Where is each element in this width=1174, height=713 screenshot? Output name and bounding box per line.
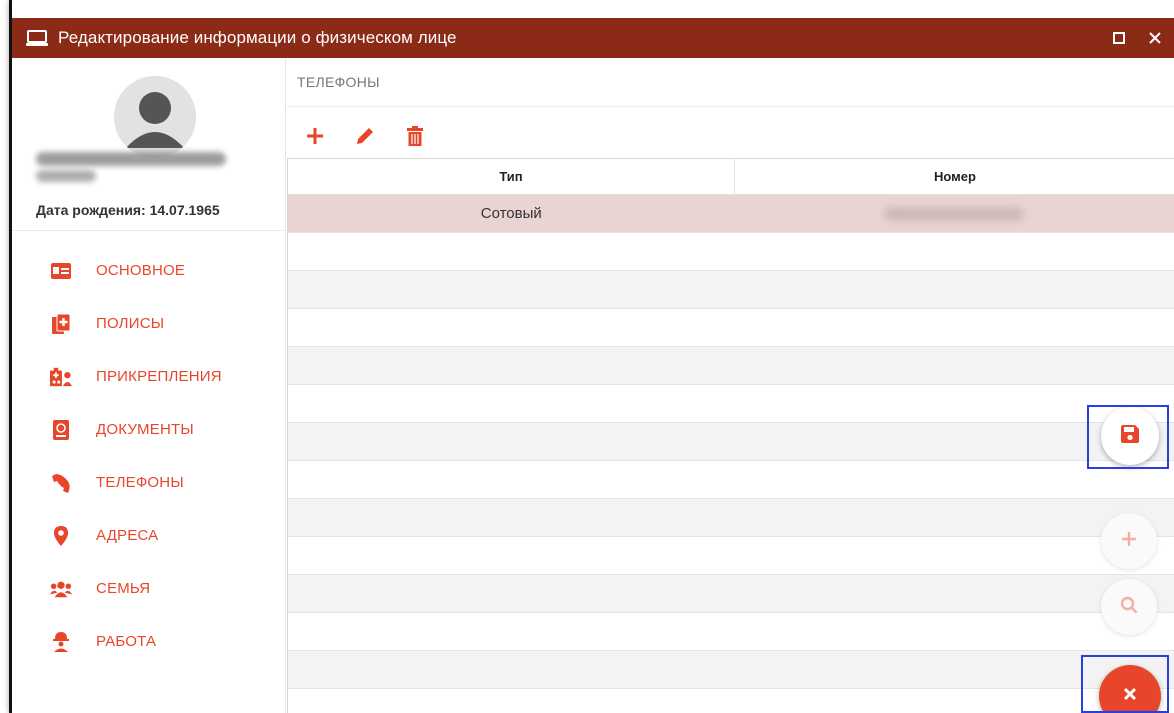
table-row[interactable] bbox=[288, 385, 1174, 423]
passport-icon bbox=[50, 419, 72, 441]
sidebar-item-label: ПОЛИСЫ bbox=[96, 315, 165, 332]
trash-icon[interactable] bbox=[403, 124, 427, 148]
sidebar-item-documents[interactable]: ДОКУМЕНТЫ bbox=[12, 403, 286, 456]
maximize-icon[interactable] bbox=[1108, 27, 1130, 49]
sidebar-item-label: ТЕЛЕФОНЫ bbox=[96, 474, 184, 491]
birth-date: Дата рождения: 14.07.1965 bbox=[36, 202, 220, 218]
users-icon bbox=[50, 578, 72, 600]
sidebar-item-attachments[interactable]: ПРИКРЕПЛЕНИЯ bbox=[12, 350, 286, 403]
section-title: ТЕЛЕФОНЫ bbox=[297, 74, 380, 90]
cell-number bbox=[735, 195, 1174, 232]
table-row[interactable] bbox=[288, 613, 1174, 651]
sidebar-item-label: ОСНОВНОЕ bbox=[96, 262, 186, 279]
worker-icon bbox=[50, 631, 72, 653]
table-row[interactable] bbox=[288, 347, 1174, 385]
table-header: Тип Номер bbox=[288, 159, 1174, 195]
close-icon[interactable] bbox=[1144, 27, 1166, 49]
medical-file-icon bbox=[50, 313, 72, 335]
sidebar-item-label: СЕМЬЯ bbox=[96, 580, 151, 597]
table-row[interactable] bbox=[288, 537, 1174, 575]
id-card-icon bbox=[50, 260, 72, 282]
sidebar-item-addresses[interactable]: АДРЕСА bbox=[12, 509, 286, 562]
search-icon bbox=[1120, 596, 1138, 619]
plus-icon[interactable] bbox=[303, 124, 327, 148]
sidebar-item-policies[interactable]: ПОЛИСЫ bbox=[12, 297, 286, 350]
table-row[interactable] bbox=[288, 689, 1174, 713]
window-title: Редактирование информации о физическом л… bbox=[58, 28, 457, 47]
sidebar-item-label: РАБОТА bbox=[96, 633, 157, 650]
person-name-redacted bbox=[36, 152, 226, 188]
title-bar: Редактирование информации о физическом л… bbox=[12, 18, 1174, 58]
window-controls bbox=[1108, 27, 1166, 49]
table-row[interactable] bbox=[288, 423, 1174, 461]
phones-panel: ТЕЛЕФОНЫ Тип Номер Сотовый bbox=[287, 58, 1174, 713]
sidebar-item-phones[interactable]: ТЕЛЕФОНЫ bbox=[12, 456, 286, 509]
sidebar-item-work[interactable]: РАБОТА bbox=[12, 615, 286, 668]
top-strip bbox=[12, 0, 1174, 18]
sidebar-item-family[interactable]: СЕМЬЯ bbox=[12, 562, 286, 615]
avatar bbox=[114, 76, 196, 158]
table-row[interactable] bbox=[288, 499, 1174, 537]
phone-icon bbox=[50, 472, 72, 494]
plus-icon bbox=[1120, 530, 1138, 553]
table-row[interactable] bbox=[288, 651, 1174, 689]
save-button[interactable] bbox=[1101, 407, 1159, 465]
map-marker-icon bbox=[50, 525, 72, 547]
save-icon bbox=[1121, 424, 1139, 448]
divider bbox=[12, 230, 286, 231]
column-header-number[interactable]: Номер bbox=[735, 159, 1174, 194]
sidebar-menu: ОСНОВНОЕ ПОЛИСЫ ПРИКРЕПЛЕНИЯ ДОКУМЕНТЫ Т… bbox=[12, 244, 286, 668]
person-sidebar: Дата рождения: 14.07.1965 ОСНОВНОЕ ПОЛИС… bbox=[12, 58, 286, 713]
divider bbox=[287, 106, 1174, 107]
window-app-icon bbox=[26, 29, 48, 47]
phones-table: Тип Номер Сотовый bbox=[287, 158, 1174, 713]
table-row[interactable] bbox=[288, 461, 1174, 499]
sidebar-item-label: АДРЕСА bbox=[96, 527, 159, 544]
add-button[interactable] bbox=[1101, 513, 1157, 569]
edit-person-window: Редактирование информации о физическом л… bbox=[9, 0, 1174, 713]
table-row[interactable]: Сотовый bbox=[288, 195, 1174, 233]
phone-number-redacted bbox=[884, 206, 1025, 221]
table-row[interactable] bbox=[288, 271, 1174, 309]
close-icon bbox=[1123, 687, 1137, 706]
sidebar-item-label: ДОКУМЕНТЫ bbox=[96, 421, 194, 438]
table-row[interactable] bbox=[288, 233, 1174, 271]
table-row[interactable] bbox=[288, 309, 1174, 347]
hospital-user-icon bbox=[50, 366, 72, 388]
phones-toolbar bbox=[303, 124, 427, 148]
cell-type: Сотовый bbox=[480, 205, 542, 222]
table-row[interactable] bbox=[288, 575, 1174, 613]
sidebar-item-label: ПРИКРЕПЛЕНИЯ bbox=[96, 368, 222, 385]
sidebar-item-main[interactable]: ОСНОВНОЕ bbox=[12, 244, 286, 297]
pencil-icon[interactable] bbox=[353, 124, 377, 148]
column-header-type[interactable]: Тип bbox=[288, 159, 735, 194]
search-button[interactable] bbox=[1101, 579, 1157, 635]
